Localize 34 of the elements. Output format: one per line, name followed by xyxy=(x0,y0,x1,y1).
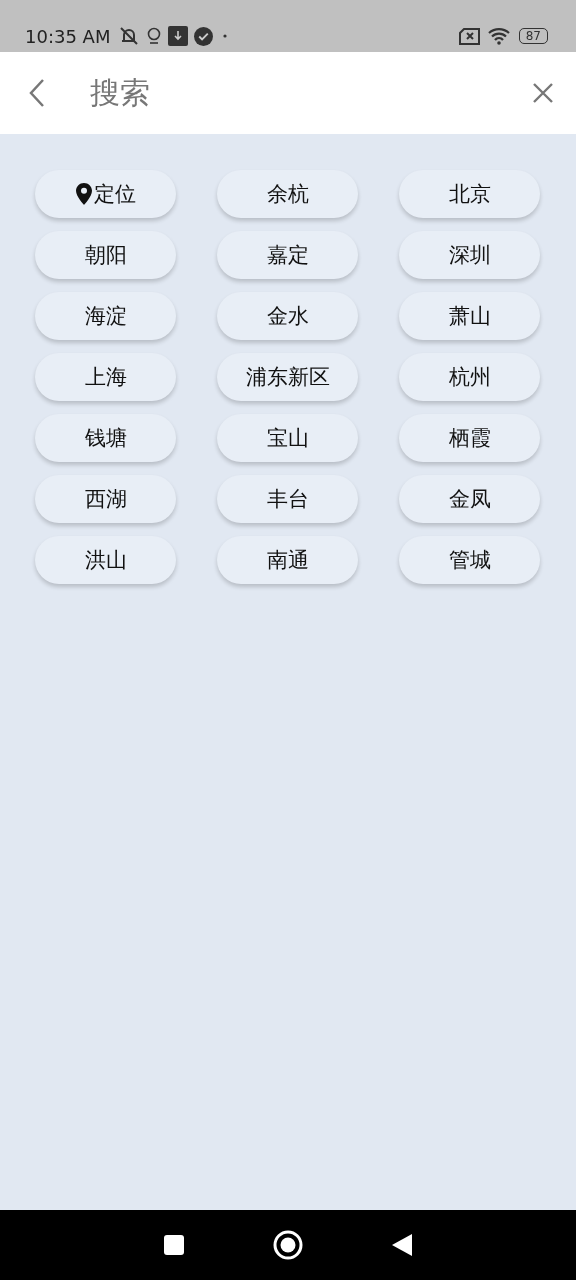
city-chip[interactable]: 丰台 xyxy=(217,475,358,523)
city-chip[interactable]: 金水 xyxy=(217,292,358,340)
status-time: 10:35 AM xyxy=(25,25,111,47)
city-chip[interactable]: 上海 xyxy=(35,353,176,401)
home-button[interactable] xyxy=(273,1230,303,1260)
city-chip[interactable]: 朝阳 xyxy=(35,231,176,279)
city-chip[interactable]: 管城 xyxy=(399,536,540,584)
city-chip[interactable]: 浦东新区 xyxy=(217,353,358,401)
check-circle-icon xyxy=(194,26,214,46)
city-chip[interactable]: 余杭 xyxy=(217,170,358,218)
city-chip[interactable]: 北京 xyxy=(399,170,540,218)
city-chip[interactable]: 深圳 xyxy=(399,231,540,279)
city-chip[interactable]: 金凤 xyxy=(399,475,540,523)
download-icon xyxy=(168,26,189,46)
city-chip[interactable]: 南通 xyxy=(217,536,358,584)
close-button[interactable] xyxy=(532,82,554,104)
city-chip[interactable]: 西湖 xyxy=(35,475,176,523)
city-chip[interactable]: 萧山 xyxy=(399,292,540,340)
back-button[interactable] xyxy=(28,78,46,108)
sim-card-icon xyxy=(458,27,481,45)
bulb-icon xyxy=(146,27,163,45)
city-chip[interactable]: 杭州 xyxy=(399,353,540,401)
city-chip[interactable]: 栖霞 xyxy=(399,414,540,462)
city-chip[interactable]: 海淀 xyxy=(35,292,176,340)
city-chip[interactable]: 钱塘 xyxy=(35,414,176,462)
city-chip[interactable]: 宝山 xyxy=(217,414,358,462)
back-nav-button[interactable] xyxy=(391,1233,413,1257)
battery-level: 87 xyxy=(518,28,548,44)
location-pin-icon xyxy=(75,183,92,205)
locate-chip[interactable]: 定位 xyxy=(35,170,176,218)
recents-button[interactable] xyxy=(163,1234,185,1256)
city-chip[interactable]: 嘉定 xyxy=(217,231,358,279)
city-chip[interactable]: 洪山 xyxy=(35,536,176,584)
page-title: 搜索 xyxy=(90,73,151,112)
